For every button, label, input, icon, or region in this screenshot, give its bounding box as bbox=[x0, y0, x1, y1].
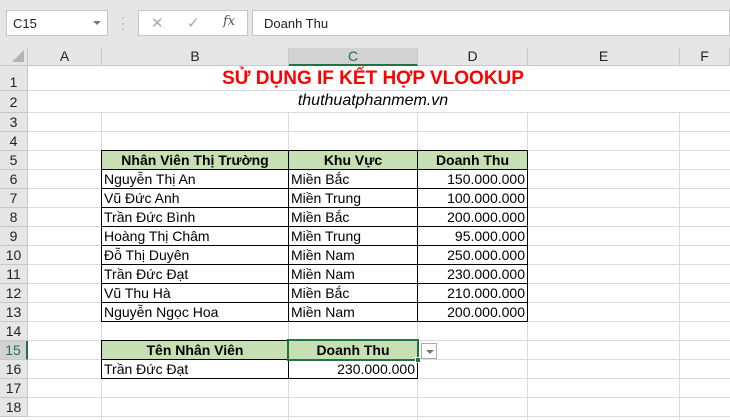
employee-name-cell[interactable]: Trần Đức Đạt bbox=[101, 264, 289, 284]
region-cell[interactable]: Miền Trung bbox=[288, 188, 418, 208]
revenue-cell[interactable]: 230.000.000 bbox=[417, 264, 528, 284]
region-cell[interactable]: Miền Nam bbox=[288, 302, 418, 322]
row-header-17[interactable]: 17 bbox=[0, 379, 28, 398]
row-header-12[interactable]: 12 bbox=[0, 284, 28, 303]
table-header-cell[interactable]: Doanh Thu bbox=[417, 150, 528, 170]
function-icon[interactable]: fx bbox=[223, 14, 235, 29]
region-cell[interactable]: Miền Trung bbox=[288, 226, 418, 246]
revenue-cell[interactable]: 150.000.000 bbox=[417, 169, 528, 189]
employee-name-cell[interactable]: Nguyễn Ngọc Hoa bbox=[101, 302, 289, 322]
row-header-13[interactable]: 13 bbox=[0, 303, 28, 322]
row-header-6[interactable]: 6 bbox=[0, 170, 28, 189]
revenue-cell[interactable]: 210.000.000 bbox=[417, 283, 528, 303]
row-header-14[interactable]: 14 bbox=[0, 322, 28, 341]
column-header-E[interactable]: E bbox=[528, 48, 680, 66]
gridline bbox=[28, 397, 730, 398]
revenue-cell[interactable]: 200.000.000 bbox=[417, 302, 528, 322]
sheet-title[interactable]: SỬ DỤNG IF KẾT HỢP VLOOKUP bbox=[88, 65, 658, 91]
lookup-name-cell[interactable]: Trần Đức Đạt bbox=[101, 359, 289, 379]
row-header-11[interactable]: 11 bbox=[0, 265, 28, 284]
revenue-cell[interactable]: 100.000.000 bbox=[417, 188, 528, 208]
revenue-cell[interactable]: 200.000.000 bbox=[417, 207, 528, 227]
employee-name-cell[interactable]: Trần Đức Bình bbox=[101, 207, 289, 227]
table-header-cell[interactable]: Khu Vực bbox=[288, 150, 418, 170]
formula-toolbar: C15 · · · ✕ ✓ fx Doanh Thu bbox=[0, 0, 730, 48]
region-cell[interactable]: Miền Bắc bbox=[288, 207, 418, 227]
select-all-button[interactable] bbox=[0, 48, 28, 66]
check-icon[interactable]: ✓ bbox=[187, 14, 200, 32]
formula-input[interactable]: Doanh Thu bbox=[252, 10, 730, 36]
employee-name-cell[interactable]: Đỗ Thị Duyên bbox=[101, 245, 289, 265]
row-header-7[interactable]: 7 bbox=[0, 189, 28, 208]
row-header-18[interactable]: 18 bbox=[0, 398, 28, 417]
row-header-5[interactable]: 5 bbox=[0, 151, 28, 170]
name-box[interactable]: C15 bbox=[6, 10, 108, 36]
sheet-subtitle[interactable]: thuthuatphanmem.vn bbox=[88, 90, 658, 113]
name-box-value: C15 bbox=[13, 16, 37, 31]
row-header-10[interactable]: 10 bbox=[0, 246, 28, 265]
chevron-down-icon[interactable] bbox=[93, 21, 101, 25]
cancel-icon[interactable]: ✕ bbox=[151, 14, 164, 32]
region-cell[interactable]: Miền Bắc bbox=[288, 283, 418, 303]
column-header-F[interactable]: F bbox=[680, 48, 730, 66]
region-cell[interactable]: Miền Nam bbox=[288, 245, 418, 265]
lookup-header-name[interactable]: Tên Nhân Viên bbox=[101, 340, 289, 360]
column-header-D[interactable]: D bbox=[418, 48, 528, 66]
row-header-8[interactable]: 8 bbox=[0, 208, 28, 227]
gridline bbox=[679, 66, 680, 420]
table-header-cell[interactable]: Nhân Viên Thị Trường bbox=[101, 150, 289, 170]
row-header-9[interactable]: 9 bbox=[0, 227, 28, 246]
active-cell-selection bbox=[287, 339, 419, 361]
employee-name-cell[interactable]: Vũ Đức Anh bbox=[101, 188, 289, 208]
drag-handle-icon[interactable]: · · · bbox=[121, 11, 125, 35]
filter-dropdown-button[interactable] bbox=[421, 343, 437, 359]
region-cell[interactable]: Miền Nam bbox=[288, 264, 418, 284]
employee-name-cell[interactable]: Nguyễn Thị An bbox=[101, 169, 289, 189]
column-header-B[interactable]: B bbox=[102, 48, 289, 66]
column-header-C[interactable]: C bbox=[289, 48, 418, 66]
worksheet-grid[interactable]: SỬ DỤNG IF KẾT HỢP VLOOKUP thuthuatphanme… bbox=[28, 66, 730, 420]
gridline bbox=[28, 131, 730, 132]
row-header-1[interactable]: 1 bbox=[0, 66, 28, 91]
row-header-3[interactable]: 3 bbox=[0, 113, 28, 132]
row-header-4[interactable]: 4 bbox=[0, 132, 28, 151]
employee-name-cell[interactable]: Hoàng Thị Châm bbox=[101, 226, 289, 246]
row-header-16[interactable]: 16 bbox=[0, 360, 28, 379]
row-header-15[interactable]: 15 bbox=[0, 341, 28, 360]
column-header-A[interactable]: A bbox=[28, 48, 102, 66]
revenue-cell[interactable]: 250.000.000 bbox=[417, 245, 528, 265]
gridline bbox=[28, 416, 730, 417]
formula-buttons: ✕ ✓ fx bbox=[138, 10, 248, 36]
row-header-2[interactable]: 2 bbox=[0, 91, 28, 113]
region-cell[interactable]: Miền Bắc bbox=[288, 169, 418, 189]
lookup-revenue-cell[interactable]: 230.000.000 bbox=[288, 359, 418, 379]
employee-name-cell[interactable]: Vũ Thu Hà bbox=[101, 283, 289, 303]
revenue-cell[interactable]: 95.000.000 bbox=[417, 226, 528, 246]
